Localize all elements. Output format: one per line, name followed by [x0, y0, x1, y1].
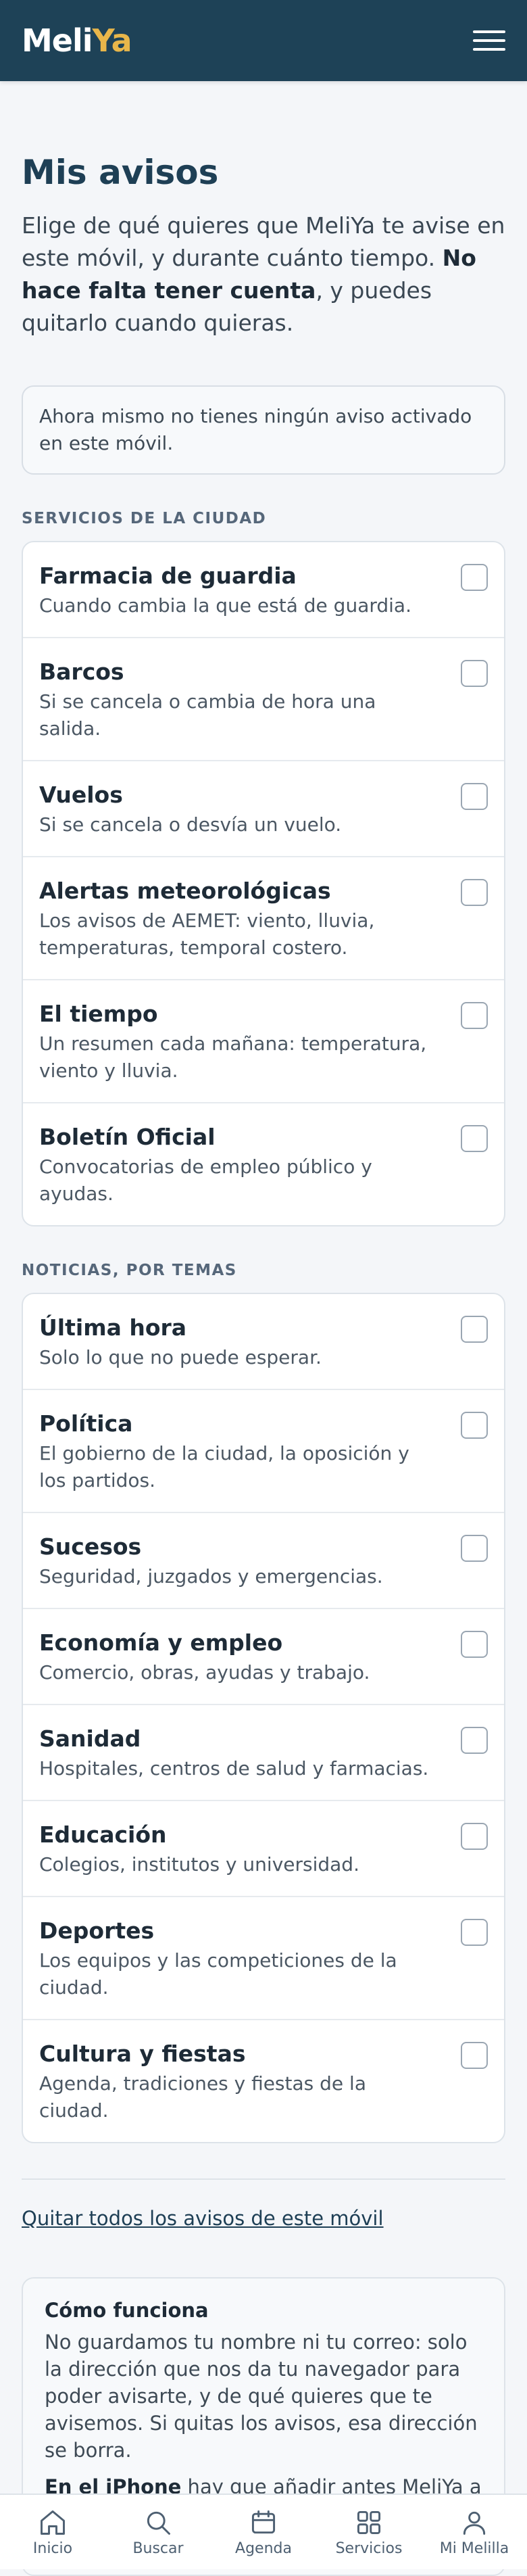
news-item-economia[interactable]: Economía y empleo Comercio, obras, ayudas… [23, 1609, 504, 1705]
item-desc: Si se cancela o desvía un vuelo. [39, 813, 342, 836]
intro-text-start: Elige de qué quieres que MeliYa te avise… [22, 212, 505, 271]
main-content: Mis avisos Elige de qué quieres que Meli… [0, 81, 527, 2576]
service-item-alertas[interactable]: Alertas meteorológicas Los avisos de AEME… [23, 857, 504, 980]
calendar-icon [251, 2510, 276, 2533]
nav-inicio[interactable]: Inicio [2, 2508, 103, 2557]
news-item-cultura[interactable]: Cultura y fiestas Agenda, tradiciones y f… [23, 2020, 504, 2142]
item-desc: Solo lo que no puede esperar. [39, 1346, 322, 1368]
item-title: Boletín Oficial [39, 1124, 216, 1150]
news-item-deportes[interactable]: Deportes Los equipos y las competiciones … [23, 1897, 504, 2020]
item-desc: Colegios, institutos y universidad. [39, 1853, 359, 1876]
services-section-title: SERVICIOS DE LA CIUDAD [22, 510, 267, 527]
checkbox[interactable] [461, 1727, 488, 1754]
hamburger-menu-icon[interactable] [473, 24, 505, 57]
item-desc: Un resumen cada mañana: temperatura, vie… [39, 1032, 427, 1082]
checkbox[interactable] [461, 1412, 488, 1439]
news-item-educacion[interactable]: Educación Colegios, institutos y universi… [23, 1801, 504, 1897]
service-item-vuelos[interactable]: Vuelos Si se cancela o desvía un vuelo. [23, 761, 504, 857]
item-desc: Agenda, tradiciones y fiestas de la ciud… [39, 2072, 366, 2122]
checkbox[interactable] [461, 1125, 488, 1152]
item-desc: Seguridad, juzgados y emergencias. [39, 1565, 383, 1588]
nav-mi-melilla[interactable]: Mi Melilla [424, 2508, 525, 2557]
nav-label: Inicio [32, 2539, 73, 2557]
how-it-works-title: Cómo funciona [45, 2299, 209, 2322]
nav-agenda[interactable]: Agenda [213, 2508, 314, 2557]
top-bar: MeliYa [0, 0, 527, 81]
nav-label: Mi Melilla [439, 2539, 509, 2557]
news-item-ultima-hora[interactable]: Última hora Solo lo que no puede esperar. [23, 1294, 504, 1390]
news-item-sanidad[interactable]: Sanidad Hospitales, centros de salud y fa… [23, 1705, 504, 1801]
service-item-farmacia[interactable]: Farmacia de guardia Cuando cambia la que … [23, 542, 504, 638]
nav-servicios[interactable]: Servicios [318, 2508, 420, 2557]
checkbox[interactable] [461, 879, 488, 906]
item-desc: Los avisos de AEMET: viento, lluvia, tem… [39, 909, 375, 959]
item-title: Farmacia de guardia [39, 563, 297, 589]
item-title: Deportes [39, 1917, 155, 1944]
item-desc: Cuando cambia la que está de guardia. [39, 594, 411, 617]
item-title: Sucesos [39, 1533, 142, 1560]
search-icon [147, 2511, 170, 2535]
item-title: Alertas meteorológicas [39, 878, 331, 904]
item-title: Cultura y fiestas [39, 2041, 246, 2067]
remove-all-alerts-link[interactable]: Quitar todos los avisos de este móvil [22, 2207, 384, 2230]
item-title: Barcos [39, 659, 124, 685]
nav-label: Agenda [235, 2539, 292, 2557]
item-desc: Convocatorias de empleo público y ayudas… [39, 1155, 372, 1205]
logo-part-meli: Meli [22, 22, 93, 59]
user-icon [463, 2511, 486, 2535]
status-notice: Ahora mismo no tienes ningún aviso activ… [22, 385, 505, 475]
page-title: Mis avisos [22, 153, 219, 192]
home-icon [41, 2510, 65, 2535]
grid-icon [357, 2510, 381, 2534]
how-it-works-paragraph-1: No guardamos tu nombre ni tu correo: sol… [45, 2331, 478, 2462]
checkbox[interactable] [461, 564, 488, 591]
checkbox[interactable] [461, 1316, 488, 1343]
checkbox[interactable] [461, 1002, 488, 1029]
service-item-tiempo[interactable]: El tiempo Un resumen cada mañana: tempera… [23, 980, 504, 1103]
logo-part-ya: Ya [92, 22, 132, 59]
service-item-boletin[interactable]: Boletín Oficial Convocatorias de empleo p… [23, 1103, 504, 1225]
nav-buscar[interactable]: Buscar [107, 2508, 209, 2557]
item-title: Vuelos [39, 782, 123, 808]
item-desc: Si se cancela o cambia de hora una salid… [39, 690, 376, 740]
item-desc: Hospitales, centros de salud y farmacias… [39, 1757, 429, 1780]
nav-label: Buscar [132, 2539, 184, 2557]
item-title: Última hora [39, 1314, 187, 1341]
checkbox[interactable] [461, 660, 488, 687]
item-title: Economía y empleo [39, 1629, 283, 1656]
nav-label: Servicios [335, 2539, 403, 2557]
bottom-nav: Inicio Buscar Agenda Servicios Mi Melill… [0, 2494, 527, 2569]
item-desc: Comercio, obras, ayudas y trabajo. [39, 1661, 370, 1684]
item-desc: El gobierno de la ciudad, la oposición y… [39, 1442, 409, 1492]
intro-text: Elige de qué quieres que MeliYa te avise… [22, 210, 505, 339]
item-title: Educación [39, 1821, 167, 1848]
item-title: El tiempo [39, 1001, 158, 1027]
service-item-barcos[interactable]: Barcos Si se cancela o cambia de hora una… [23, 638, 504, 761]
news-item-sucesos[interactable]: Sucesos Seguridad, juzgados y emergencias… [23, 1513, 504, 1609]
checkbox[interactable] [461, 1823, 488, 1850]
news-section-title: NOTICIAS, POR TEMAS [22, 1262, 237, 1279]
item-title: Política [39, 1410, 133, 1437]
divider [22, 2178, 505, 2180]
item-desc: Los equipos y las competiciones de la ci… [39, 1949, 397, 1999]
news-list: Última hora Solo lo que no puede esperar.… [22, 1293, 505, 2143]
checkbox[interactable] [461, 1535, 488, 1562]
checkbox[interactable] [461, 1631, 488, 1658]
checkbox[interactable] [461, 2042, 488, 2069]
item-title: Sanidad [39, 1725, 141, 1752]
news-item-politica[interactable]: Política El gobierno de la ciudad, la opo… [23, 1390, 504, 1513]
checkbox[interactable] [461, 1919, 488, 1946]
logo[interactable]: MeliYa [22, 22, 132, 59]
checkbox[interactable] [461, 783, 488, 810]
services-list: Farmacia de guardia Cuando cambia la que … [22, 541, 505, 1226]
